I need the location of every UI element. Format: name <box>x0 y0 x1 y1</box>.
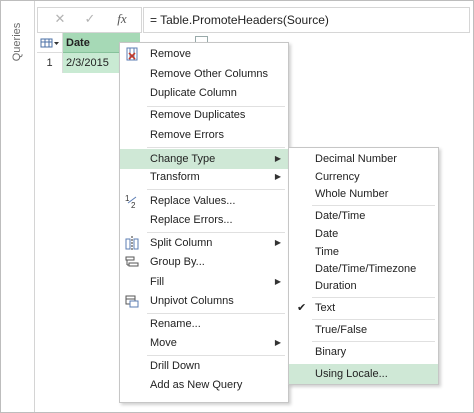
submenu-item-date-time[interactable]: Date/Time <box>289 206 438 226</box>
menu-item-duplicate-column[interactable]: Duplicate Column <box>120 83 288 103</box>
submenu-item-text[interactable]: ✔ Text <box>289 298 438 318</box>
formula-bar-buttons: ✕ ✓ fx <box>37 7 142 33</box>
menu-separator <box>147 189 285 190</box>
menu-item-label: Unpivot Columns <box>150 295 234 307</box>
cancel-icon[interactable]: ✕ <box>48 11 72 27</box>
unpivot-icon <box>125 295 139 308</box>
row-number: 1 <box>37 53 63 73</box>
formula-input[interactable]: = Table.PromoteHeaders(Source) <box>143 7 470 33</box>
submenu-item-label: True/False <box>315 324 368 336</box>
checkmark-icon: ✔ <box>297 302 307 314</box>
menu-item-rename[interactable]: Rename... <box>120 314 288 334</box>
submenu-item-label: Using Locale... <box>315 368 388 380</box>
submenu-item-label: Decimal Number <box>315 153 397 165</box>
formula-text: = Table.PromoteHeaders(Source) <box>150 13 329 27</box>
svg-text:2: 2 <box>131 201 136 209</box>
submenu-item-true-false[interactable]: True/False <box>289 320 438 340</box>
menu-item-remove-other-columns[interactable]: Remove Other Columns <box>120 64 288 84</box>
menu-item-add-as-new-query[interactable]: Add as New Query <box>120 375 288 395</box>
menu-item-label: Add as New Query <box>150 379 243 391</box>
column-header-label: Date <box>66 37 90 49</box>
group-by-icon <box>125 256 139 267</box>
submenu-arrow-icon: ▶ <box>274 172 281 181</box>
menu-item-group-by[interactable]: Group By... <box>120 252 288 272</box>
submenu-item-label: Date <box>315 228 339 240</box>
menu-item-unpivot-columns[interactable]: Unpivot Columns <box>120 291 288 311</box>
submenu-item-binary[interactable]: Binary <box>289 342 438 362</box>
replace-values-icon: 1 2 <box>125 194 137 209</box>
formula-bar: ✕ ✓ fx = Table.PromoteHeaders(Source) <box>35 7 472 33</box>
menu-item-move[interactable]: Move ▶ <box>120 333 288 353</box>
menu-item-split-column[interactable]: Split Column ▶ <box>120 233 288 253</box>
menu-item-label: Rename... <box>150 318 201 330</box>
split-column-icon <box>125 236 139 250</box>
menu-item-label: Duplicate Column <box>150 87 237 99</box>
submenu-item-decimal-number[interactable]: Decimal Number <box>289 149 438 169</box>
menu-item-label: Replace Values... <box>150 195 236 207</box>
menu-item-label: Replace Errors... <box>150 214 233 226</box>
menu-item-label: Remove Errors <box>150 129 224 141</box>
menu-item-drill-down[interactable]: Drill Down <box>120 356 288 376</box>
submenu-item-date[interactable]: Date <box>289 224 438 244</box>
change-type-submenu: Decimal Number Currency Whole Number Dat… <box>288 147 439 385</box>
menu-item-remove[interactable]: Remove <box>120 44 288 64</box>
menu-item-replace-values[interactable]: 1 2 Replace Values... <box>120 191 288 211</box>
menu-item-replace-errors[interactable]: Replace Errors... <box>120 210 288 230</box>
menu-item-label: Split Column <box>150 237 213 249</box>
menu-item-label: Remove Duplicates <box>150 109 246 121</box>
menu-item-transform[interactable]: Transform ▶ <box>120 167 288 187</box>
menu-separator <box>147 147 285 148</box>
menu-item-label: Remove Other Columns <box>150 68 268 80</box>
submenu-arrow-icon: ▶ <box>274 238 281 247</box>
menu-item-remove-errors[interactable]: Remove Errors <box>120 125 288 145</box>
remove-column-icon <box>126 47 138 61</box>
table-menu-button[interactable] <box>37 33 63 53</box>
menu-item-remove-duplicates[interactable]: Remove Duplicates <box>120 105 288 125</box>
table-icon <box>40 38 59 48</box>
confirm-icon[interactable]: ✓ <box>78 11 102 27</box>
submenu-arrow-icon: ▶ <box>274 154 281 163</box>
menu-item-label: Move <box>150 337 177 349</box>
submenu-item-duration[interactable]: Duration <box>289 276 438 296</box>
menu-item-fill[interactable]: Fill ▶ <box>120 272 288 292</box>
submenu-item-whole-number[interactable]: Whole Number <box>289 184 438 204</box>
menu-item-label: Group By... <box>150 256 205 268</box>
menu-item-label: Remove <box>150 48 191 60</box>
submenu-item-label: Text <box>315 302 336 314</box>
submenu-arrow-icon: ▶ <box>274 277 281 286</box>
menu-item-change-type[interactable]: Change Type ▶ <box>120 149 288 169</box>
menu-item-label: Transform <box>150 171 200 183</box>
menu-item-label: Drill Down <box>150 360 201 372</box>
power-query-editor-window: Queries ✕ ✓ fx = Table.PromoteHeaders(So… <box>0 0 474 413</box>
menu-item-label: Change Type <box>150 153 216 165</box>
submenu-item-using-locale[interactable]: Using Locale... <box>289 364 438 384</box>
submenu-item-label: Date/Time <box>315 210 366 222</box>
submenu-arrow-icon: ▶ <box>274 338 281 347</box>
submenu-item-label: Binary <box>315 346 347 358</box>
column-context-menu: Remove Remove Other Columns Duplicate Co… <box>119 42 289 403</box>
submenu-item-label: Duration <box>315 280 357 292</box>
queries-pane-label: Queries <box>11 22 23 62</box>
submenu-item-label: Whole Number <box>315 188 389 200</box>
fx-icon[interactable]: fx <box>110 11 134 27</box>
menu-item-label: Fill <box>150 276 165 288</box>
queries-pane[interactable]: Queries <box>1 1 35 412</box>
